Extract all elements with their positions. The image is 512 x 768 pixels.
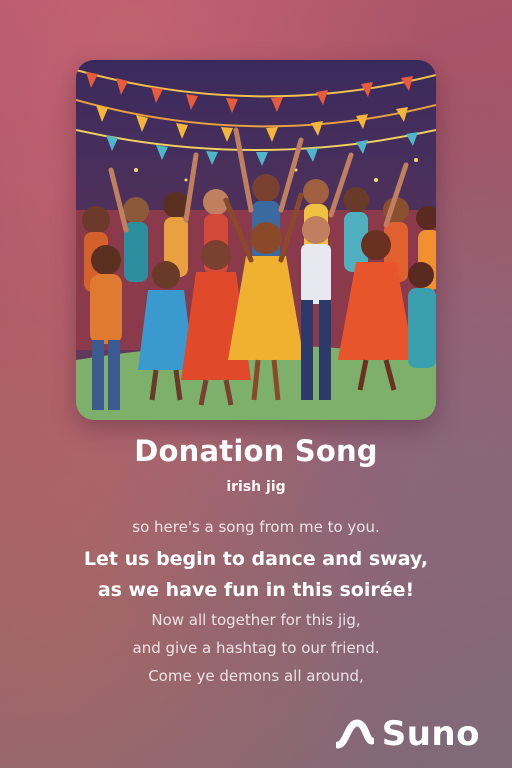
song-title: Donation Song bbox=[134, 434, 378, 468]
lyric-line-upcoming: Come ye demons all around, bbox=[148, 667, 364, 685]
suno-logo-text: Suno bbox=[381, 714, 480, 754]
suno-wave-icon bbox=[335, 719, 374, 749]
suno-logo: Suno bbox=[335, 712, 480, 756]
lyrics-panel: so here's a song from me to you. Let us … bbox=[0, 514, 512, 690]
lyric-line-previous: so here's a song from me to you. bbox=[132, 518, 380, 536]
lyric-line-current: as we have fun in this soirée! bbox=[97, 579, 415, 601]
album-cover-art bbox=[76, 60, 436, 420]
lyric-line-current: Let us begin to dance and sway, bbox=[83, 548, 429, 570]
lyric-line-upcoming: Now all together for this jig, bbox=[151, 611, 361, 629]
lyric-line-upcoming: and give a hashtag to our friend. bbox=[132, 639, 380, 657]
song-style: irish jig bbox=[226, 479, 286, 495]
